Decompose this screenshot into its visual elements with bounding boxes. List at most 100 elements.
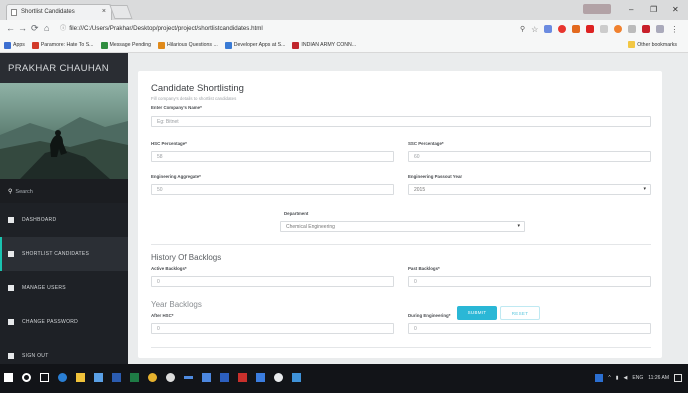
app-icon[interactable]: [274, 373, 283, 382]
eng-aggregate-label: Engineering Aggregate*: [151, 174, 201, 179]
bookmark-label: Apps: [13, 42, 25, 48]
after-hsc-input[interactable]: 0: [151, 323, 394, 334]
during-eng-label: During Engineering*: [408, 313, 451, 318]
volume-icon[interactable]: ◀: [624, 375, 628, 381]
opera-extension-icon[interactable]: [558, 25, 567, 33]
passout-year-value: 2015: [414, 187, 426, 193]
eng-aggregate-input[interactable]: 50: [151, 184, 394, 195]
passout-year-select[interactable]: 2015 ▾: [408, 184, 651, 195]
minimize-icon[interactable]: –: [629, 5, 633, 14]
address-bar[interactable]: ⓘ file:///C:/Users/Prakhar/Desktop/projec…: [60, 23, 516, 35]
browser-toolbar: ← → ⟳ ⌂ ⓘ file:///C:/Users/Prakhar/Deskto…: [0, 20, 688, 38]
reset-button[interactable]: RESET: [500, 306, 540, 320]
search-placeholder: Search: [15, 189, 33, 195]
language-indicator[interactable]: ENG: [632, 375, 643, 381]
sidebar-item-label: SIGN OUT: [22, 353, 49, 359]
app-icon[interactable]: [238, 373, 247, 382]
new-tab-button[interactable]: [109, 5, 133, 19]
company-label: Enter Company's Name*: [151, 105, 202, 110]
other-bookmarks[interactable]: Other bookmarks: [628, 41, 677, 48]
sync-extension-icon[interactable]: [600, 25, 609, 33]
company-name-input[interactable]: Eg: Bitnet: [151, 116, 651, 127]
puzzle-extension-icon[interactable]: [572, 25, 581, 33]
word-icon[interactable]: [112, 373, 121, 382]
pen-extension-icon[interactable]: [544, 25, 553, 33]
steam-icon[interactable]: [166, 373, 175, 382]
file-explorer-icon[interactable]: [76, 373, 85, 382]
notifications-icon[interactable]: [674, 374, 682, 382]
browser-tab[interactable]: Shortlist Candidates ×: [6, 4, 112, 20]
sidebar-item-label: MANAGE USERS: [22, 285, 66, 291]
during-eng-input[interactable]: 0: [408, 323, 651, 334]
search-icon[interactable]: ⚲: [520, 25, 525, 33]
app-icon[interactable]: [202, 373, 211, 382]
logout-icon: [8, 353, 14, 359]
sidebar-hero-image: [0, 83, 128, 179]
chrome-icon[interactable]: [148, 373, 157, 382]
department-value: Chemical Engineering: [286, 224, 335, 230]
mail-extension-icon[interactable]: [642, 25, 651, 33]
task-view-icon[interactable]: [40, 373, 49, 382]
sidebar-item-label: CHANGE PASSWORD: [22, 319, 79, 325]
users-icon: [8, 285, 14, 291]
past-backlogs-input[interactable]: 0: [408, 276, 651, 287]
sidebar-item-shortlist-candidates[interactable]: SHORTLIST CANDIDATES: [0, 237, 128, 271]
list-icon: [8, 251, 14, 257]
sidebar-item-manage-users[interactable]: MANAGE USERS: [0, 271, 128, 305]
app-icon[interactable]: [220, 373, 229, 382]
mountain-photo: [0, 83, 128, 179]
bookmark-item[interactable]: Developer Apps at S...: [224, 41, 286, 49]
sidebar-item-dashboard[interactable]: DASHBOARD: [0, 203, 128, 237]
app-icon[interactable]: [292, 373, 301, 382]
department-select[interactable]: Chemical Engineering ▾: [280, 221, 525, 232]
orange-extension-icon[interactable]: [614, 25, 623, 33]
bookmark-item[interactable]: Hilarious Questions ...: [158, 41, 218, 49]
bookmark-page-icon: [158, 41, 166, 49]
hsc-percentage-input[interactable]: 58: [151, 151, 394, 162]
bookmark-item[interactable]: INDIAN ARMY CONN...: [292, 41, 356, 49]
browser-tabstrip: Shortlist Candidates × – ❐ ✕: [0, 0, 688, 20]
list-extension-icon[interactable]: [656, 25, 665, 33]
store-icon[interactable]: [94, 373, 103, 382]
bookmark-item[interactable]: Paramore: Hate To S...: [31, 41, 94, 49]
active-backlogs-input[interactable]: 0: [151, 276, 394, 287]
network-icon[interactable]: ▮: [616, 375, 619, 381]
grey-extension-icon[interactable]: [628, 25, 637, 33]
people-icon[interactable]: [595, 374, 604, 382]
maximize-icon[interactable]: ❐: [650, 5, 657, 14]
bookmark-item[interactable]: Message Pending: [100, 41, 151, 49]
sidebar-search[interactable]: ⚲ Search: [0, 179, 128, 203]
windows-start-icon[interactable]: [4, 373, 13, 382]
search-icon: ⚲: [8, 189, 13, 195]
app-icon[interactable]: [256, 373, 265, 382]
red-extension-icon[interactable]: [586, 25, 595, 33]
ssc-percentage-input[interactable]: 60: [408, 151, 651, 162]
apps-icon: [4, 41, 11, 49]
page-icon: [11, 9, 17, 16]
submit-button[interactable]: SUBMIT: [457, 306, 497, 320]
menu-icon[interactable]: ⋮: [670, 25, 678, 34]
reload-icon[interactable]: ⟳: [31, 23, 39, 34]
edge-icon[interactable]: [58, 373, 67, 382]
department-label: Department: [284, 211, 309, 216]
excel-icon[interactable]: [130, 373, 139, 382]
home-icon[interactable]: ⌂: [44, 23, 49, 33]
chevron-up-icon[interactable]: ^: [608, 375, 610, 381]
bookmark-apps[interactable]: Apps: [4, 41, 25, 49]
bookmark-label: Other bookmarks: [637, 41, 677, 48]
sidebar-item-change-password[interactable]: CHANGE PASSWORD: [0, 305, 128, 339]
minus-icon[interactable]: [184, 376, 193, 379]
tab-close-icon[interactable]: ×: [102, 8, 106, 15]
bookmark-label: Developer Apps at S...: [233, 42, 286, 48]
forward-icon[interactable]: →: [18, 23, 27, 33]
cortana-icon[interactable]: [22, 373, 31, 382]
divider: [151, 347, 651, 348]
divider: [151, 244, 651, 245]
clock[interactable]: 11:26 AM: [648, 375, 669, 381]
chevron-down-icon: ▾: [643, 186, 646, 192]
profile-badge[interactable]: [583, 4, 611, 14]
window-close-icon[interactable]: ✕: [672, 5, 679, 14]
past-backlogs-label: Past Backlogs*: [408, 266, 440, 271]
back-icon[interactable]: ←: [6, 23, 15, 33]
star-icon[interactable]: ☆: [531, 25, 538, 34]
